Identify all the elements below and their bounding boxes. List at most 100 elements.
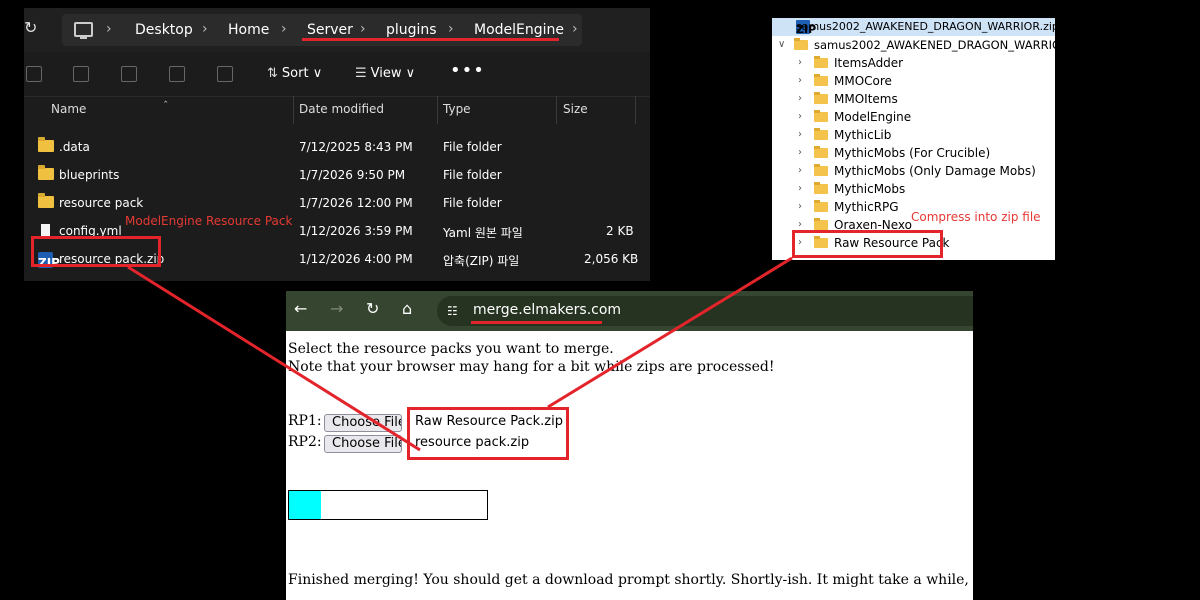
address-bar: ↻ › Desktop › Home › Server › plugins › … [24,8,650,52]
delete-icon[interactable] [217,66,233,82]
tree-item-label: MythicMobs (Only Damage Mobs) [834,164,1036,178]
chevron-down-icon: ∨ [405,66,416,81]
column-divider[interactable] [556,96,557,124]
tree-item[interactable]: › MythicLib [772,126,1055,144]
breadcrumb-server[interactable]: Server [307,22,353,38]
tree-item-label: ModelEngine [834,110,912,124]
tree-item-label: ItemsAdder [834,56,904,70]
breadcrumb-plugins[interactable]: plugins [386,22,437,38]
folder-icon [38,193,54,208]
chevron-right-icon: › [202,21,208,37]
chevron-right-icon[interactable]: › [798,75,802,86]
breadcrumb-home[interactable]: Home [228,22,269,38]
sort-button[interactable]: ⇅ Sort ∨ [267,66,322,81]
column-divider[interactable] [635,96,636,124]
tree-item[interactable]: › ModelEngine [772,108,1055,126]
site-settings-icon[interactable]: ☷ [447,304,458,318]
chevron-down-icon[interactable]: ∨ [778,39,785,50]
file-type: File folder [443,168,502,182]
file-name: blueprints [59,168,120,182]
progress-fill [289,491,321,519]
tree-item[interactable]: › MMOCore [772,72,1055,90]
file-type: File folder [443,196,502,210]
file-type: Yaml 원본 파일 [443,226,523,240]
browser-window: ← → ↻ ⌂ ☷ merge.elmakers.com Select the … [286,291,973,600]
file-size: 2 KB [606,224,634,238]
folder-icon [814,110,828,122]
view-button[interactable]: ☰ View ∨ [355,66,415,81]
raw-pack-highlight-box [792,230,943,258]
forward-icon[interactable]: → [330,299,343,318]
folder-icon [814,74,828,86]
file-type: File folder [443,140,502,154]
merge-progress-bar [288,490,488,520]
reload-icon[interactable]: ↻ [366,299,379,318]
tree-root[interactable]: ∨ samus2002_AWAKENED_DRAGON_WARRIOR [772,36,1055,54]
tree-item-label: MMOItems [834,92,898,106]
folder-icon [814,146,828,158]
column-size[interactable]: Size [563,102,588,116]
chevron-right-icon[interactable]: › [798,129,802,140]
column-date[interactable]: Date modified [299,102,384,116]
tree-item[interactable]: › ItemsAdder [772,54,1055,72]
chevron-right-icon[interactable]: › [798,165,802,176]
share-icon[interactable] [169,66,185,82]
column-divider[interactable] [437,96,438,124]
home-icon[interactable]: ⌂ [402,299,412,318]
rp1-label: RP1: [288,413,322,429]
breadcrumb[interactable]: › Desktop › Home › Server › plugins › Mo… [62,14,582,46]
url-text: merge.elmakers.com [473,302,622,318]
view-icon: ☰ [355,66,367,81]
folder-icon [814,56,828,68]
rp2-label: RP2: [288,434,322,450]
rename-icon[interactable] [121,66,137,82]
copy-icon[interactable] [26,66,42,82]
paste-icon[interactable] [73,66,89,82]
zip-tree-window: ZIP samus2002_AWAKENED_DRAGON_WARRIOR.zi… [772,18,1055,260]
file-size: 2,056 KB [584,252,639,266]
breadcrumb-underline [302,38,559,41]
chevron-down-icon: ∨ [312,66,323,81]
finished-message: Finished merging! You should get a downl… [288,572,973,588]
rp1-choose-file-button[interactable]: Choose File [324,414,402,432]
file-name: .data [59,140,90,154]
file-row[interactable]: resource pack 1/7/2026 12:00 PM File fol… [24,190,650,218]
file-name: resource pack [59,196,144,210]
chevron-right-icon[interactable]: › [798,147,802,158]
command-bar: ⇅ Sort ∨ ☰ View ∨ ••• [24,52,650,97]
intro-line-1: Select the resource packs you want to me… [288,341,614,357]
refresh-icon[interactable]: ↻ [24,18,37,37]
file-row[interactable]: blueprints 1/7/2026 9:50 PM File folder [24,162,650,190]
breadcrumb-modelengine[interactable]: ModelEngine [474,22,564,38]
tree-item[interactable]: › MythicMobs (Only Damage Mobs) [772,162,1055,180]
chevron-right-icon[interactable]: › [798,219,802,230]
tree-item-label: MMOCore [834,74,892,88]
file-row[interactable]: .data 7/12/2025 8:43 PM File folder [24,134,650,162]
tree-title-bar: ZIP samus2002_AWAKENED_DRAGON_WARRIOR.zi… [772,18,1055,36]
view-label: View [370,66,402,81]
sort-up-icon: ‸ [164,92,168,103]
folder-icon [814,200,828,212]
chevron-right-icon[interactable]: › [798,57,802,68]
column-name[interactable]: Name [51,102,86,116]
chevron-right-icon[interactable]: › [798,111,802,122]
column-type[interactable]: Type [443,102,471,116]
folder-icon [794,38,808,50]
chevron-right-icon: › [572,21,578,37]
chevron-right-icon[interactable]: › [798,183,802,194]
tree-item[interactable]: › MythicMobs (For Crucible) [772,144,1055,162]
more-options-icon[interactable]: ••• [450,60,485,81]
chevron-right-icon[interactable]: › [798,201,802,212]
tree-item-label: MythicLib [834,128,892,142]
breadcrumb-desktop[interactable]: Desktop [135,22,193,38]
tree-item-label: MythicRPG [834,200,899,214]
column-divider[interactable] [293,96,294,124]
file-date: 7/12/2025 8:43 PM [299,140,413,154]
tree-item[interactable]: › MMOItems [772,90,1055,108]
rp2-choose-file-button[interactable]: Choose File [324,435,402,453]
folder-icon [814,218,828,230]
chevron-right-icon: › [448,21,454,37]
tree-item[interactable]: › MythicMobs [772,180,1055,198]
back-icon[interactable]: ← [294,299,307,318]
chevron-right-icon[interactable]: › [798,93,802,104]
